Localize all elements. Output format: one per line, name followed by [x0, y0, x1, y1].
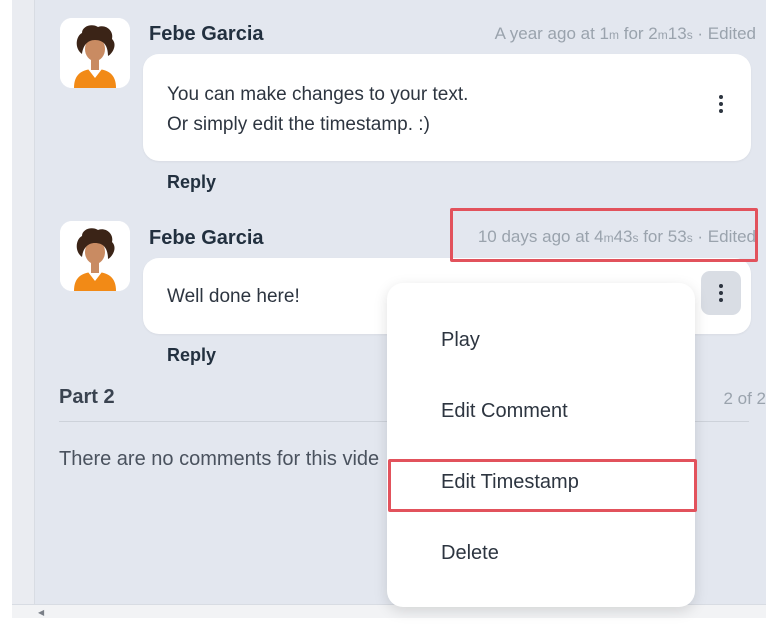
more-vertical-icon — [719, 284, 723, 302]
menu-item-label: Delete — [441, 542, 499, 564]
menu-item-highlight — [388, 459, 697, 512]
caret-left-icon[interactable]: ◀ — [38, 608, 44, 617]
menu-item-play[interactable]: Play — [387, 317, 695, 367]
menu-item-edit-comment[interactable]: Edit Comment — [387, 388, 695, 438]
menu-item-delete[interactable]: Delete — [387, 530, 695, 580]
section-title: Part 2 — [59, 386, 115, 408]
timestamp-highlight — [450, 208, 758, 262]
menu-item-label: Play — [441, 329, 480, 351]
empty-state-text: There are no comments for this vide — [59, 448, 380, 470]
avatar-person-icon — [60, 221, 130, 291]
left-rail — [12, 0, 35, 604]
comment-text-line: Well done here! — [167, 286, 300, 307]
section-count: 2 of 2 — [723, 389, 766, 408]
comment-menu-button[interactable] — [701, 271, 741, 315]
menu-item-label: Edit Comment — [441, 400, 568, 422]
context-menu: Play Edit Comment Edit Timestamp Delete — [387, 283, 695, 607]
comment-author: Febe Garcia — [149, 227, 264, 249]
reply-button[interactable]: Reply — [167, 345, 216, 366]
avatar[interactable] — [60, 221, 130, 291]
